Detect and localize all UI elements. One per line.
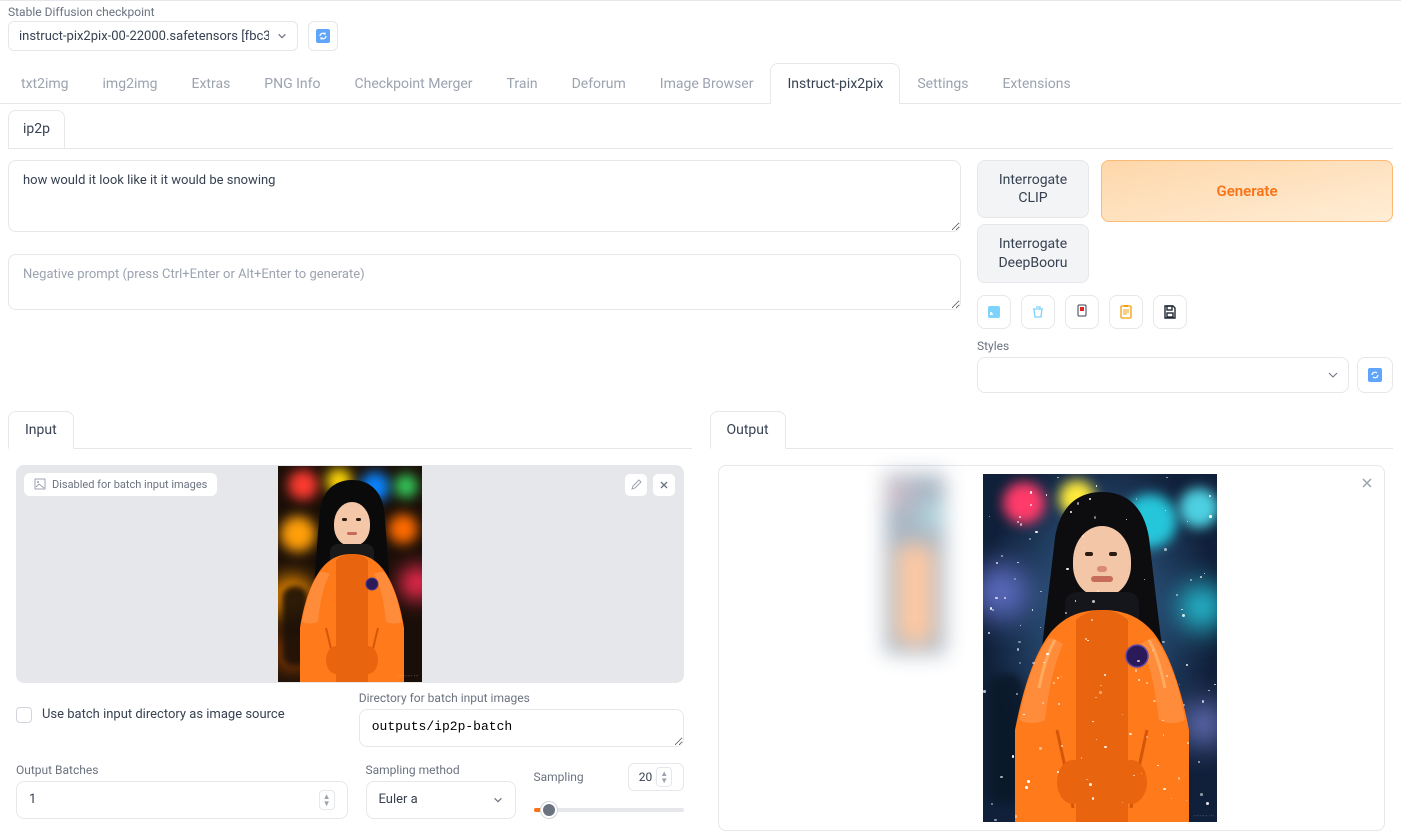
pencil-icon <box>630 479 642 491</box>
checkpoint-select[interactable]: instruct-pix2pix-00-22000.safetensors [f… <box>8 21 298 51</box>
prompt-input[interactable] <box>8 160 961 232</box>
use-batch-dir-label: Use batch input directory as image sourc… <box>42 707 285 722</box>
input-image: ········· ··· <box>278 466 422 682</box>
generate-button[interactable]: Generate <box>1101 160 1393 222</box>
tab-checkpoint-merger[interactable]: Checkpoint Merger <box>338 63 490 104</box>
sampling-steps-label: Sampling <box>534 770 622 784</box>
tab-instruct-pix2pix[interactable]: Instruct-pix2pix <box>770 63 900 104</box>
batch-dir-label: Directory for batch input images <box>359 691 684 705</box>
caret-down-icon <box>1328 372 1338 378</box>
sampling-steps-value[interactable]: 20 ▲▼ <box>628 763 684 791</box>
main-tabs: txt2imgimg2imgExtrasPNG InfoCheckpoint M… <box>0 63 1401 104</box>
flag-icon <box>1075 304 1089 320</box>
interrogate-deepbooru-button[interactable]: Interrogate DeepBooru <box>977 224 1089 282</box>
tab-img2img[interactable]: img2img <box>86 63 175 104</box>
clipboard-icon <box>1119 304 1133 320</box>
watermark: ········· ··· <box>398 674 419 680</box>
chevron-down-icon <box>493 795 503 805</box>
trash-icon <box>1030 304 1046 320</box>
batch-dir-input[interactable] <box>359 709 684 747</box>
sampling-method-select[interactable]: Euler a <box>366 781 516 819</box>
tab-txt2img[interactable]: txt2img <box>4 63 86 104</box>
subtabs: ip2p <box>0 104 1401 148</box>
spinner-icon[interactable]: ▲▼ <box>656 767 672 787</box>
edit-image-button[interactable] <box>624 473 648 497</box>
sampling-steps-slider[interactable] <box>534 791 684 829</box>
tab-train[interactable]: Train <box>490 63 555 104</box>
output-thumbnail[interactable] <box>885 474 945 654</box>
batch-disabled-pill: Disabled for batch input images <box>24 473 217 496</box>
interrogate-clip-button[interactable]: Interrogate CLIP <box>977 160 1089 218</box>
spinner-icon[interactable]: ▲▼ <box>319 790 335 810</box>
tab-extensions[interactable]: Extensions <box>985 63 1087 104</box>
input-image-drop[interactable]: Disabled for batch input images <box>16 465 684 683</box>
output-gallery: ········· ··· <box>718 465 1386 831</box>
styles-refresh-button[interactable] <box>1357 357 1393 393</box>
use-batch-dir-checkbox[interactable] <box>16 707 32 723</box>
sampling-method-label: Sampling method <box>366 763 516 777</box>
tab-image-browser[interactable]: Image Browser <box>643 63 771 104</box>
tab-extras[interactable]: Extras <box>175 63 248 104</box>
refresh-icon <box>1367 367 1383 383</box>
checkpoint-row: Stable Diffusion checkpoint instruct-pix… <box>0 1 1401 57</box>
output-tab[interactable]: Output <box>710 411 786 449</box>
output-batches-input[interactable]: 1 ▲▼ <box>16 781 348 819</box>
arrow-icon <box>986 304 1002 320</box>
input-tab[interactable]: Input <box>8 411 74 449</box>
subtab-ip2p[interactable]: ip2p <box>8 110 65 148</box>
negative-prompt-input[interactable] <box>8 254 961 310</box>
trash-button[interactable] <box>1021 295 1055 329</box>
save-button[interactable] <box>1153 295 1187 329</box>
checkpoint-label: Stable Diffusion checkpoint <box>8 3 298 21</box>
chevron-down-icon <box>277 31 287 41</box>
styles-select[interactable] <box>977 357 1349 393</box>
close-output-button[interactable] <box>1360 476 1374 490</box>
output-image[interactable]: ········· ··· <box>983 474 1217 822</box>
image-icon <box>34 478 46 490</box>
tab-png-info[interactable]: PNG Info <box>247 63 337 104</box>
flag-button[interactable] <box>1065 295 1099 329</box>
tab-deforum[interactable]: Deforum <box>555 63 643 104</box>
watermark: ········· ··· <box>1193 814 1214 820</box>
clear-image-button[interactable] <box>652 473 676 497</box>
tab-settings[interactable]: Settings <box>900 63 985 104</box>
checkpoint-refresh-button[interactable] <box>308 21 338 51</box>
action-toolbar <box>977 295 1393 329</box>
styles-label: Styles <box>977 339 1349 353</box>
close-icon <box>658 479 670 491</box>
output-batches-label: Output Batches <box>16 763 348 777</box>
refresh-icon <box>315 28 331 44</box>
arrow-button[interactable] <box>977 295 1011 329</box>
save-icon <box>1162 304 1178 320</box>
clipboard-button[interactable] <box>1109 295 1143 329</box>
